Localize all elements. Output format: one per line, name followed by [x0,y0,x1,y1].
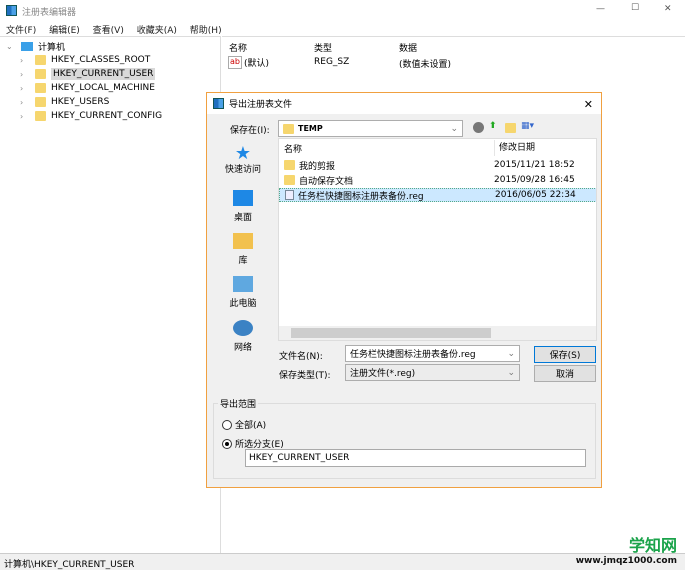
column-date[interactable]: 修改日期 [494,140,594,156]
menu-favorites[interactable]: 收藏夹(A) [137,26,177,36]
watermark: 学知网 www.jmqz1000.com [575,536,677,566]
folder-icon [35,83,46,93]
file-row[interactable]: 自动保存文档 2015/09/28 16:45 [279,173,596,187]
radio-button[interactable] [222,419,232,430]
tree-item[interactable]: › HKEY_CURRENT_CONFIG [20,109,162,123]
title-bar: 注册表编辑器 — ☐ ✕ [0,0,685,20]
place-desktop[interactable]: 桌面 [213,190,273,223]
folder-icon [284,175,295,185]
export-dialog: 导出注册表文件 ✕ 保存在(I): TEMP ⌄ ⬆ ▦▾ ★ 快速访问 桌面 库… [206,92,602,488]
export-range-group: 导出范围 全部(A) 所选分支(E) HKEY_CURRENT_USER [213,397,596,479]
place-this-pc[interactable]: 此电脑 [213,276,273,309]
desktop-icon [233,190,253,206]
up-folder-icon[interactable]: ⬆ [489,121,497,131]
filename-input[interactable]: 任务栏快捷图标注册表备份.reg ⌄ [345,345,520,362]
folder-icon [35,55,46,65]
save-in-label: 保存在(I): [230,126,270,136]
computer-icon [233,276,253,292]
menu-edit[interactable]: 编辑(E) [49,26,80,36]
minimize-button[interactable]: — [596,4,605,14]
regedit-icon [213,98,224,109]
folder-icon [284,160,295,170]
value-data: (数值未设置) [399,60,452,70]
filename-label: 文件名(N): [279,352,323,362]
chevron-right-icon[interactable]: › [20,112,30,121]
folder-icon [35,111,46,121]
value-type: REG_SZ [314,57,350,67]
star-icon: ★ [234,143,252,164]
save-in-dropdown[interactable]: TEMP ⌄ [278,120,463,137]
branch-input[interactable]: HKEY_CURRENT_USER [245,449,586,467]
file-row[interactable]: 我的剪报 2015/11/21 18:52 [279,158,596,172]
folder-icon [35,69,46,79]
file-list-header: 名称 修改日期 [279,140,596,156]
menu-bar: 文件(F) 编辑(E) 查看(V) 收藏夹(A) 帮助(H) [6,23,232,36]
string-value-icon: ab [228,56,242,69]
column-name[interactable]: 名称 [229,41,247,54]
registry-tree: ⌄ 计算机 › HKEY_CLASSES_ROOT › HKEY_CURRENT_U… [0,36,221,553]
place-libraries[interactable]: 库 [213,233,273,266]
scrollbar-thumb[interactable] [291,328,491,338]
place-quick-access[interactable]: ★ 快速访问 [213,143,273,176]
regedit-icon [6,5,17,16]
menu-help[interactable]: 帮助(H) [190,26,222,36]
radio-button[interactable] [222,438,232,449]
chevron-right-icon[interactable]: › [20,56,30,65]
dialog-close-button[interactable]: ✕ [584,98,593,111]
window-title: 注册表编辑器 [22,8,77,18]
chevron-right-icon[interactable]: › [20,84,30,93]
folder-icon [35,97,46,107]
maximize-button[interactable]: ☐ [631,3,639,13]
column-type[interactable]: 类型 [314,41,332,54]
library-icon [233,233,253,249]
tree-item[interactable]: › HKEY_USERS [20,95,109,109]
tree-root-computer[interactable]: ⌄ 计算机 [6,39,65,53]
chevron-down-icon: ⌄ [507,367,515,378]
tree-item[interactable]: › HKEY_CLASSES_ROOT [20,53,150,67]
tree-item[interactable]: › HKEY_LOCAL_MACHINE [20,81,155,95]
place-network[interactable]: 网络 [213,320,273,353]
file-row-selected[interactable]: 任务栏快捷图标注册表备份.reg 2016/06/05 22:34 [279,188,596,202]
new-folder-icon[interactable] [505,123,516,136]
file-list: 名称 修改日期 我的剪报 2015/11/21 18:52 自动保存文档 2015/… [278,138,597,341]
chevron-down-icon: ⌄ [450,123,458,134]
cancel-button[interactable]: 取消 [534,365,596,382]
chevron-right-icon[interactable]: › [20,70,30,79]
computer-icon [21,41,33,51]
column-data[interactable]: 数据 [399,41,417,54]
export-range-label: 导出范围 [218,397,259,410]
save-button[interactable]: 保存(S) [534,346,596,363]
network-icon [233,320,253,336]
chevron-down-icon: ⌄ [507,348,515,359]
menu-file[interactable]: 文件(F) [6,26,36,36]
chevron-right-icon[interactable]: › [20,98,30,107]
view-menu-icon[interactable]: ▦▾ [521,121,534,131]
tree-item[interactable]: › HKEY_CURRENT_USER [20,67,156,81]
close-button[interactable]: ✕ [664,4,672,14]
chevron-down-icon[interactable]: ⌄ [6,42,16,51]
back-icon[interactable] [473,122,484,133]
dialog-title-bar: 导出注册表文件 ✕ [207,93,601,114]
value-row[interactable]: ab (默认) [228,56,269,69]
places-bar: ★ 快速访问 桌面 库 此电脑 网络 [213,138,273,360]
radio-all[interactable]: 全部(A) [222,418,266,431]
filetype-label: 保存类型(T): [279,371,331,381]
horizontal-scrollbar[interactable] [279,326,596,340]
column-name[interactable]: 名称 [279,142,494,155]
reg-file-icon [285,190,294,200]
filetype-select[interactable]: 注册文件(*.reg) ⌄ [345,364,520,381]
folder-icon [283,123,294,134]
menu-view[interactable]: 查看(V) [93,26,124,36]
